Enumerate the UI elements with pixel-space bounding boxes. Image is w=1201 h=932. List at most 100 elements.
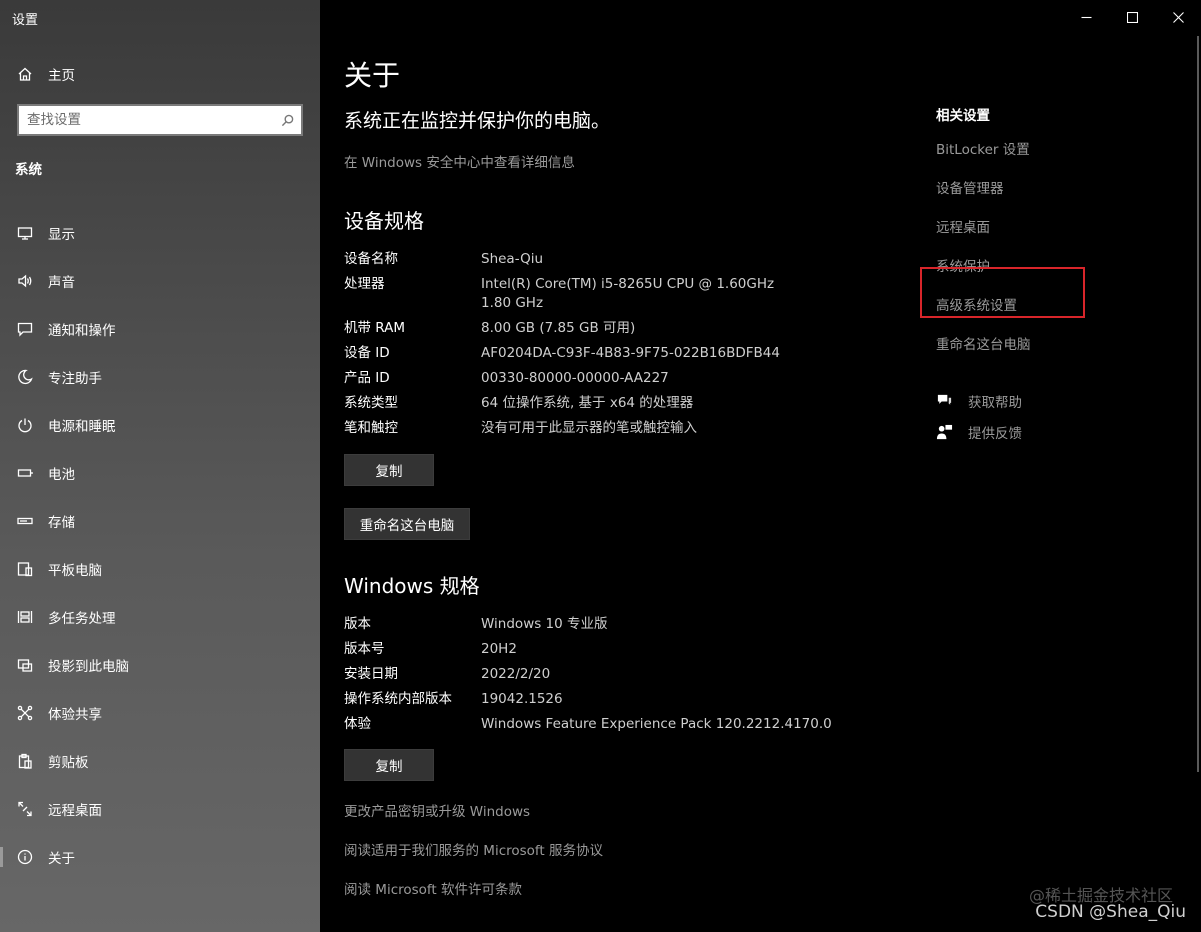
spec-row: 版本 Windows 10 专业版 — [344, 615, 841, 634]
service-agreement-link[interactable]: 阅读适用于我们服务的 Microsoft 服务协议 — [344, 839, 603, 859]
sidebar-item-label: 电池 — [48, 467, 75, 483]
spec-key: 设备名称 — [344, 251, 398, 267]
help-chat-icon — [934, 391, 954, 411]
sidebar-item-tablet[interactable]: 平板电脑 — [0, 545, 320, 593]
sidebar-nav-list: 显示 声音 通知和操作 专注助手 电源和睡眠 电池 存储 平板电脑 多任务处理 … — [0, 209, 320, 881]
feedback-label: 提供反馈 — [968, 426, 1022, 442]
remote-desktop-link[interactable]: 远程桌面 — [936, 219, 1031, 258]
multitask-icon — [15, 607, 35, 627]
moon-icon — [15, 367, 35, 387]
spec-row: 系统类型 64 位操作系统, 基于 x64 的处理器 — [344, 394, 801, 413]
spec-row: 操作系统内部版本 19042.1526 — [344, 690, 841, 709]
remote-desktop-icon — [15, 799, 35, 819]
share-icon — [15, 703, 35, 723]
spec-row: 机带 RAM 8.00 GB (7.85 GB 可用) — [344, 319, 801, 338]
sidebar-item-focus-assist[interactable]: 专注助手 — [0, 353, 320, 401]
windows-specs-table: 版本 Windows 10 专业版 版本号 20H2 安装日期 2022/2/20 操… — [344, 615, 841, 740]
sidebar-item-battery[interactable]: 电池 — [0, 449, 320, 497]
get-help-link[interactable]: 获取帮助 — [934, 391, 1022, 411]
sidebar-item-display[interactable]: 显示 — [0, 209, 320, 257]
security-center-link[interactable]: 在 Windows 安全中心中查看详细信息 — [344, 151, 575, 171]
sidebar-item-label: 通知和操作 — [48, 323, 116, 339]
window-controls — [1063, 0, 1201, 34]
sidebar-item-clipboard[interactable]: 剪贴板 — [0, 737, 320, 785]
storage-icon — [15, 511, 35, 531]
sidebar-item-label: 存储 — [48, 515, 75, 531]
feedback-link[interactable]: 提供反馈 — [934, 422, 1022, 442]
maximize-button[interactable] — [1109, 0, 1155, 34]
spec-value: Windows Feature Experience Pack 120.2212… — [481, 716, 832, 732]
spec-row: 设备名称 Shea-Qiu — [344, 250, 801, 269]
related-settings: 相关设置 BitLocker 设置 设备管理器 远程桌面 系统保护 高级系统设置… — [936, 104, 1031, 375]
close-button[interactable] — [1155, 0, 1201, 34]
project-icon — [15, 655, 35, 675]
sidebar-item-notifications[interactable]: 通知和操作 — [0, 305, 320, 353]
sidebar-item-power[interactable]: 电源和睡眠 — [0, 401, 320, 449]
spec-key: 设备 ID — [344, 345, 390, 361]
display-icon — [15, 223, 35, 243]
spec-key: 笔和触控 — [344, 420, 398, 436]
spec-key: 处理器 — [344, 276, 385, 292]
highlight-box — [920, 267, 1085, 318]
power-icon — [15, 415, 35, 435]
info-icon — [15, 847, 35, 867]
home-icon — [15, 64, 35, 84]
spec-value: AF0204DA-C93F-4B83-9F75-022B16BDFB44 — [481, 345, 780, 361]
spec-value: 2022/2/20 — [481, 666, 551, 682]
device-specs-heading: 设备规格 — [344, 209, 424, 233]
spec-key: 操作系统内部版本 — [344, 691, 452, 707]
copy-windows-specs-button[interactable]: 复制 — [344, 749, 434, 781]
spec-key: 体验 — [344, 716, 371, 732]
close-icon — [1172, 11, 1184, 23]
minimize-button[interactable] — [1063, 0, 1109, 34]
copy-device-specs-button[interactable]: 复制 — [344, 454, 434, 486]
spec-value: 00330-80000-00000-AA227 — [481, 370, 669, 386]
related-settings-title: 相关设置 — [936, 108, 990, 124]
spec-row: 安装日期 2022/2/20 — [344, 665, 841, 684]
device-manager-link[interactable]: 设备管理器 — [936, 180, 1031, 219]
license-terms-link[interactable]: 阅读 Microsoft 软件许可条款 — [344, 878, 522, 898]
spec-key: 机带 RAM — [344, 320, 406, 336]
spec-value: Windows 10 专业版 — [481, 616, 608, 632]
spec-row: 产品 ID 00330-80000-00000-AA227 — [344, 369, 801, 388]
spec-value: Intel(R) Core(TM) i5-8265U CPU @ 1.60GHz… — [481, 276, 775, 311]
sidebar: 设置 主页 系统 显示 声音 通知和操作 专注助手 — [0, 0, 320, 932]
sidebar-item-label: 远程桌面 — [48, 803, 102, 819]
spec-key: 安装日期 — [344, 666, 398, 682]
sidebar-item-label: 平板电脑 — [48, 563, 102, 579]
spec-key: 产品 ID — [344, 370, 390, 386]
spec-value: 19042.1526 — [481, 691, 563, 707]
sidebar-item-about[interactable]: 关于 — [0, 833, 320, 881]
device-specs-table: 设备名称 Shea-Qiu 处理器 Intel(R) Core(TM) i5-826… — [344, 250, 801, 444]
rename-pc-link[interactable]: 重命名这台电脑 — [936, 336, 1031, 375]
sidebar-item-multitasking[interactable]: 多任务处理 — [0, 593, 320, 641]
spec-row: 版本号 20H2 — [344, 640, 841, 659]
sidebar-item-shared-experiences[interactable]: 体验共享 — [0, 689, 320, 737]
search-icon[interactable] — [273, 106, 301, 134]
sidebar-item-remote-desktop[interactable]: 远程桌面 — [0, 785, 320, 833]
sidebar-item-storage[interactable]: 存储 — [0, 497, 320, 545]
spec-row: 处理器 Intel(R) Core(TM) i5-8265U CPU @ 1.60… — [344, 275, 801, 313]
windows-specs-heading: Windows 规格 — [344, 574, 480, 598]
tablet-icon — [15, 559, 35, 579]
sidebar-item-sound[interactable]: 声音 — [0, 257, 320, 305]
spec-key: 版本 — [344, 616, 371, 632]
search-box[interactable] — [17, 104, 303, 136]
spec-row: 设备 ID AF0204DA-C93F-4B83-9F75-022B16BDFB4… — [344, 344, 801, 363]
clipboard-icon — [15, 751, 35, 771]
protection-status: 系统正在监控并保护你的电脑。 — [344, 110, 611, 132]
notification-icon — [15, 319, 35, 339]
sidebar-item-label: 电源和睡眠 — [48, 419, 116, 435]
spec-key: 系统类型 — [344, 395, 398, 411]
scrollbar[interactable] — [1197, 36, 1199, 772]
sidebar-item-label: 多任务处理 — [48, 611, 116, 627]
search-input[interactable] — [19, 106, 273, 134]
watermark-csdn: CSDN @Shea_Qiu — [1035, 902, 1186, 922]
change-product-key-link[interactable]: 更改产品密钥或升级 Windows — [344, 800, 530, 820]
rename-pc-button[interactable]: 重命名这台电脑 — [344, 508, 470, 540]
sidebar-item-home[interactable]: 主页 — [0, 58, 320, 90]
spec-key: 版本号 — [344, 641, 385, 657]
main-content: 关于 系统正在监控并保护你的电脑。 在 Windows 安全中心中查看详细信息 … — [320, 0, 1201, 932]
sidebar-item-project[interactable]: 投影到此电脑 — [0, 641, 320, 689]
bitlocker-settings-link[interactable]: BitLocker 设置 — [936, 141, 1031, 180]
